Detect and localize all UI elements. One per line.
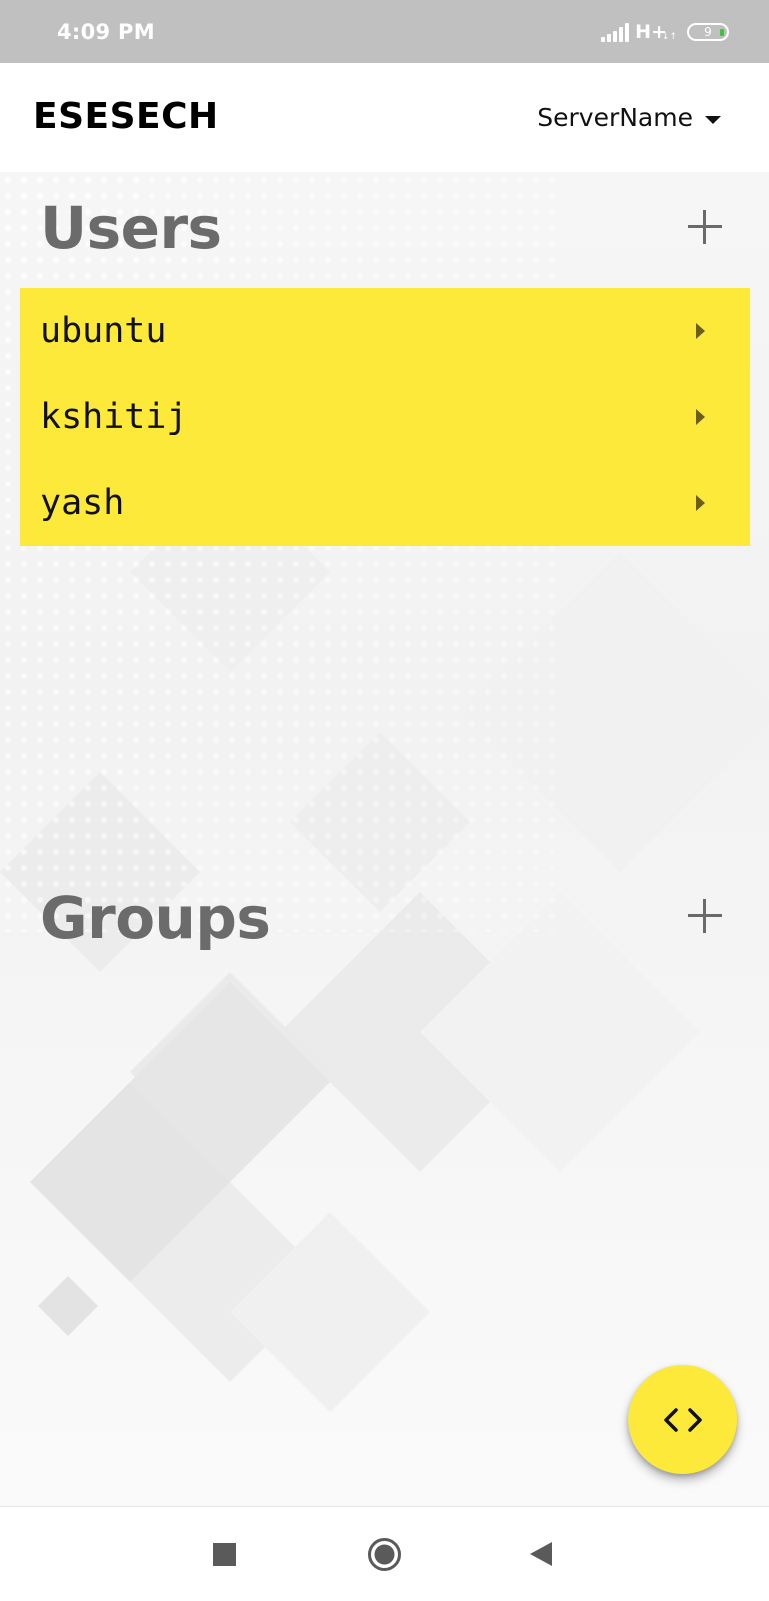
user-list-item[interactable]: yash [20, 460, 750, 546]
code-fab-button[interactable] [628, 1365, 737, 1474]
code-icon [663, 1407, 702, 1432]
home-icon[interactable] [367, 1537, 402, 1572]
battery-icon: 9 [687, 23, 729, 41]
battery-charge-indicator [720, 29, 724, 36]
chevron-right-icon [696, 323, 705, 339]
main-content: Users ubuntu kshitij yash Groups [0, 172, 769, 1506]
user-list-item[interactable]: kshitij [20, 374, 750, 460]
add-user-button[interactable] [688, 210, 722, 244]
users-list: ubuntu kshitij yash [20, 288, 750, 546]
battery-level: 9 [704, 25, 712, 39]
signal-strength-icon [601, 22, 630, 42]
system-nav-bar [0, 1506, 769, 1601]
status-indicators: H+ ↓↑ 9 [601, 18, 729, 46]
status-bar: 4:09 PM H+ ↓↑ 9 [0, 0, 769, 63]
user-list-item[interactable]: ubuntu [20, 288, 750, 374]
user-name: ubuntu [40, 311, 167, 351]
groups-heading: Groups [40, 884, 271, 952]
app-bar: ESESECH ServerName [0, 63, 769, 172]
back-icon[interactable] [530, 1542, 552, 1566]
network-type: H+ ↓↑ [635, 21, 677, 43]
server-dropdown[interactable]: ServerName [537, 103, 721, 132]
users-heading: Users [40, 194, 222, 262]
server-dropdown-label: ServerName [537, 103, 693, 132]
recent-apps-icon[interactable] [213, 1543, 236, 1566]
caret-down-icon [705, 115, 721, 124]
status-time: 4:09 PM [57, 20, 155, 44]
user-name: kshitij [40, 397, 188, 437]
network-activity-icon: ↓↑ [661, 32, 677, 42]
app-title: ESESECH [33, 96, 219, 137]
chevron-right-icon [696, 495, 705, 511]
user-name: yash [40, 483, 125, 523]
add-group-button[interactable] [688, 899, 722, 933]
chevron-right-icon [696, 409, 705, 425]
